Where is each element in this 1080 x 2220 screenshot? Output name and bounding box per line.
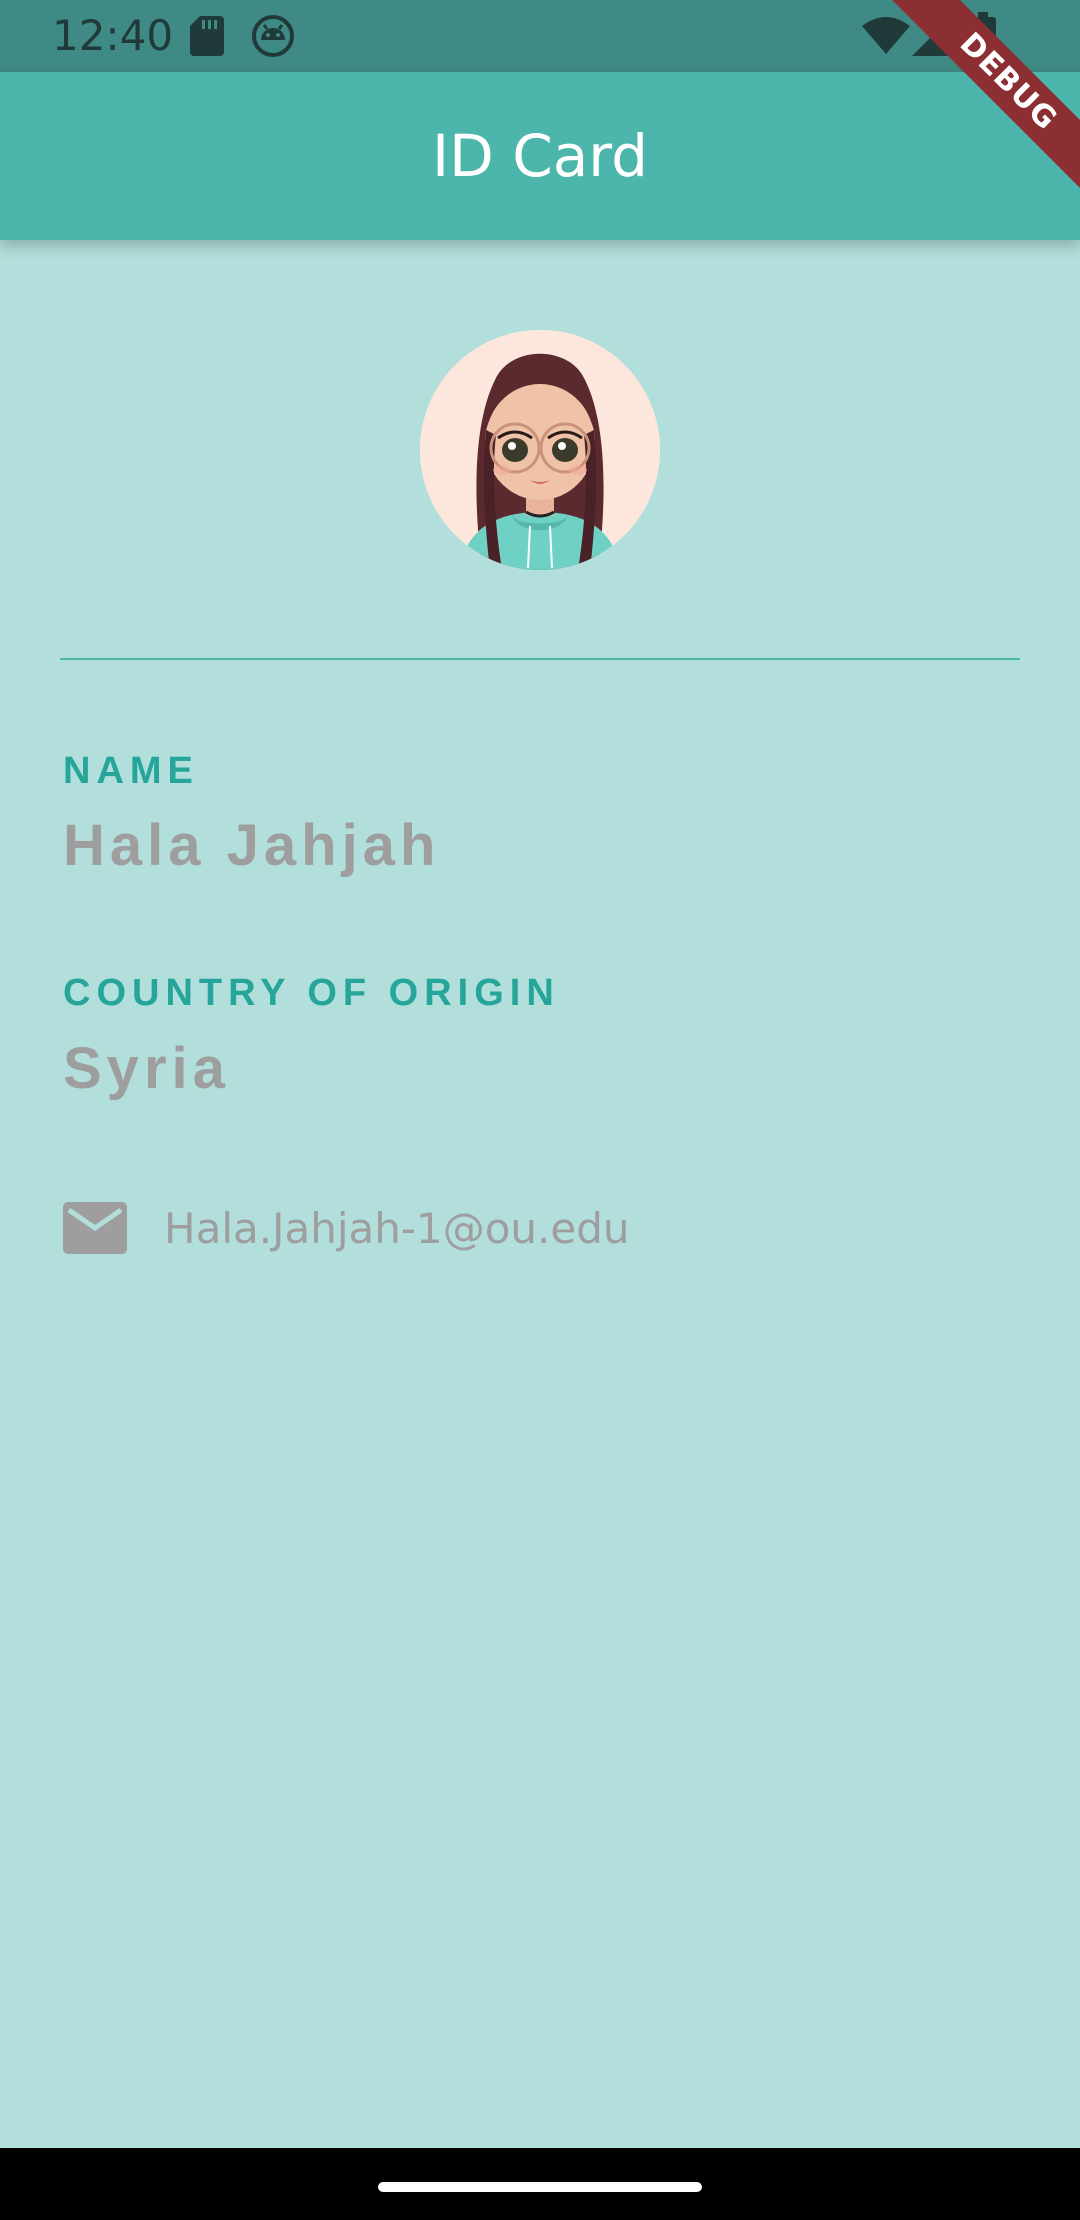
sd-card-icon: [190, 16, 224, 56]
email-text[interactable]: Hala.Jahjah-1@ou.edu: [164, 1204, 630, 1253]
navigation-bar: [0, 2148, 1080, 2220]
status-time: 12:40: [52, 11, 174, 60]
home-handle[interactable]: [378, 2182, 702, 2192]
country-label: COUNTRY OF ORIGIN: [63, 972, 560, 1014]
name-value: Hala Jahjah: [63, 813, 441, 878]
email-icon: [63, 1202, 127, 1254]
divider: [60, 658, 1020, 660]
avatar: [420, 330, 660, 570]
email-row[interactable]: Hala.Jahjah-1@ou.edu: [63, 1196, 630, 1260]
debug-banner: DEBUG: [840, 0, 1080, 240]
avatar-illustration: [420, 330, 660, 570]
country-value: Syria: [63, 1036, 230, 1101]
name-label: NAME: [63, 750, 199, 792]
android-debug-icon: [252, 15, 294, 57]
debug-ribbon-label: DEBUG: [884, 0, 1080, 206]
